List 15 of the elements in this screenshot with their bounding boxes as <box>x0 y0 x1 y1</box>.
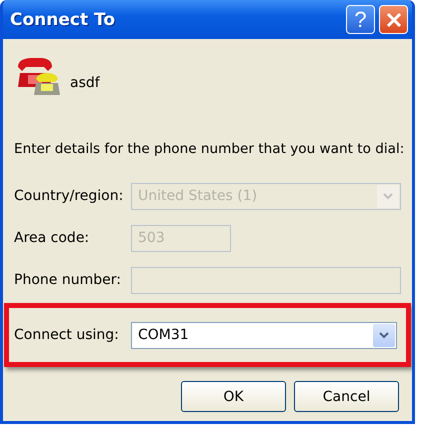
connection-name: asdf <box>70 75 100 91</box>
field-label: Area code: <box>14 230 90 246</box>
ok-button[interactable]: OK <box>181 381 286 412</box>
field-label: Phone number: <box>14 272 122 288</box>
close-button[interactable] <box>379 5 408 34</box>
chevron-down-icon <box>383 192 393 200</box>
instruction-text: Enter details for the phone number that you want to dial: <box>14 141 401 157</box>
window-title: Connect To <box>10 10 116 30</box>
help-button[interactable]: ? <box>346 5 375 34</box>
field-label: Connect using: <box>14 327 120 343</box>
chevron-down-icon <box>379 332 389 338</box>
close-icon <box>386 12 402 28</box>
dropdown-field[interactable]: COM31 <box>131 322 397 348</box>
field-label: Country/region: <box>14 188 124 204</box>
cancel-button[interactable]: Cancel <box>294 381 399 412</box>
